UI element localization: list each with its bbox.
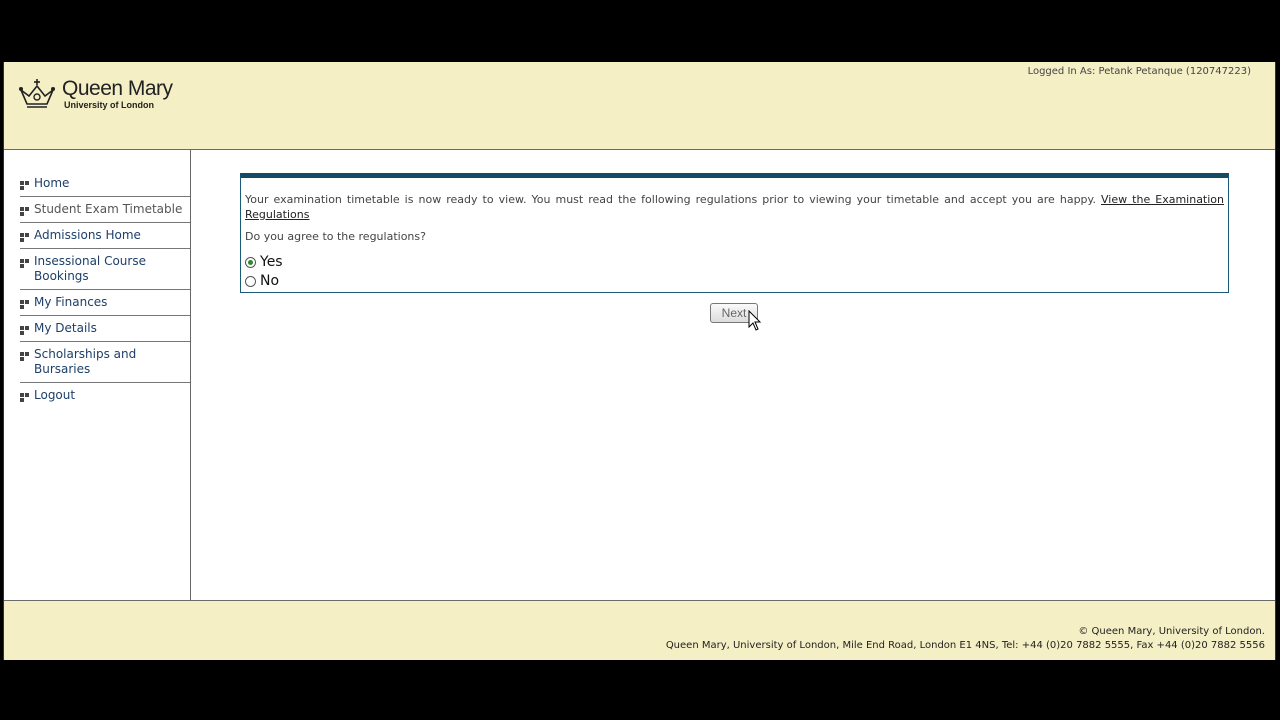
bullet-icon [20, 325, 30, 335]
regulations-message: Your examination timetable is now ready … [245, 192, 1224, 222]
sidebar-item-logout[interactable]: Logout [20, 388, 190, 409]
sidebar-item-label: Student Exam Timetable [34, 202, 183, 216]
logo[interactable]: Queen Mary University of London [18, 78, 173, 110]
sidebar-item-scholarships-and-bursaries[interactable]: Scholarships and Bursaries [20, 347, 190, 383]
agree-question: Do you agree to the regulations? [245, 230, 426, 243]
sidebar-item-insessional-course-bookings[interactable]: Insessional Course Bookings [20, 254, 190, 290]
sidebar-item-student-exam-timetable[interactable]: Student Exam Timetable [20, 202, 190, 223]
bullet-icon [20, 392, 30, 402]
option-label: Yes [260, 254, 283, 270]
bullet-icon [20, 299, 30, 309]
browser-page: Queen Mary University of London Logged I… [3, 62, 1276, 660]
logged-in-status: Logged In As: Petank Petanque (120747223… [1027, 66, 1251, 77]
option-yes[interactable]: Yes [245, 254, 283, 270]
sidebar-nav: Home Student Exam Timetable Admissions H… [4, 150, 191, 600]
sidebar-item-label: Insessional Course Bookings [34, 254, 146, 283]
sidebar-item-label: Logout [34, 388, 76, 402]
sidebar-item-label: My Finances [34, 295, 108, 309]
footer-copyright: © Queen Mary, University of London. [1078, 626, 1265, 637]
bullet-icon [20, 206, 30, 216]
sidebar-item-label: Admissions Home [34, 228, 141, 242]
option-no[interactable]: No [245, 273, 279, 289]
footer-address: Queen Mary, University of London, Mile E… [665, 640, 1265, 651]
option-label: No [260, 273, 280, 289]
intro-text: Your examination timetable is now ready … [245, 193, 1096, 206]
sidebar-item-home[interactable]: Home [20, 176, 190, 197]
bullet-icon [20, 232, 30, 242]
sidebar-item-my-details[interactable]: My Details [20, 321, 190, 342]
sidebar-item-admissions-home[interactable]: Admissions Home [20, 228, 190, 249]
mouse-cursor-icon [748, 310, 762, 331]
sidebar-item-label: Scholarships and Bursaries [34, 347, 137, 376]
header: Queen Mary University of London Logged I… [4, 62, 1275, 150]
radio-yes[interactable] [245, 256, 256, 268]
logo-subtitle: University of London [64, 100, 154, 110]
crown-icon [19, 79, 55, 108]
sidebar-item-my-finances[interactable]: My Finances [20, 295, 190, 316]
bullet-icon [20, 351, 30, 361]
sidebar-item-label: My Details [34, 321, 97, 335]
footer: © Queen Mary, University of London. Quee… [4, 600, 1275, 660]
radio-no[interactable] [245, 275, 256, 287]
regulations-panel: Your examination timetable is now ready … [240, 173, 1229, 293]
bullet-icon [20, 258, 30, 268]
main-content: Your examination timetable is now ready … [192, 150, 1276, 600]
bullet-icon [20, 180, 30, 190]
sidebar-item-label: Home [34, 176, 70, 190]
logo-name: Queen Mary [62, 77, 173, 100]
